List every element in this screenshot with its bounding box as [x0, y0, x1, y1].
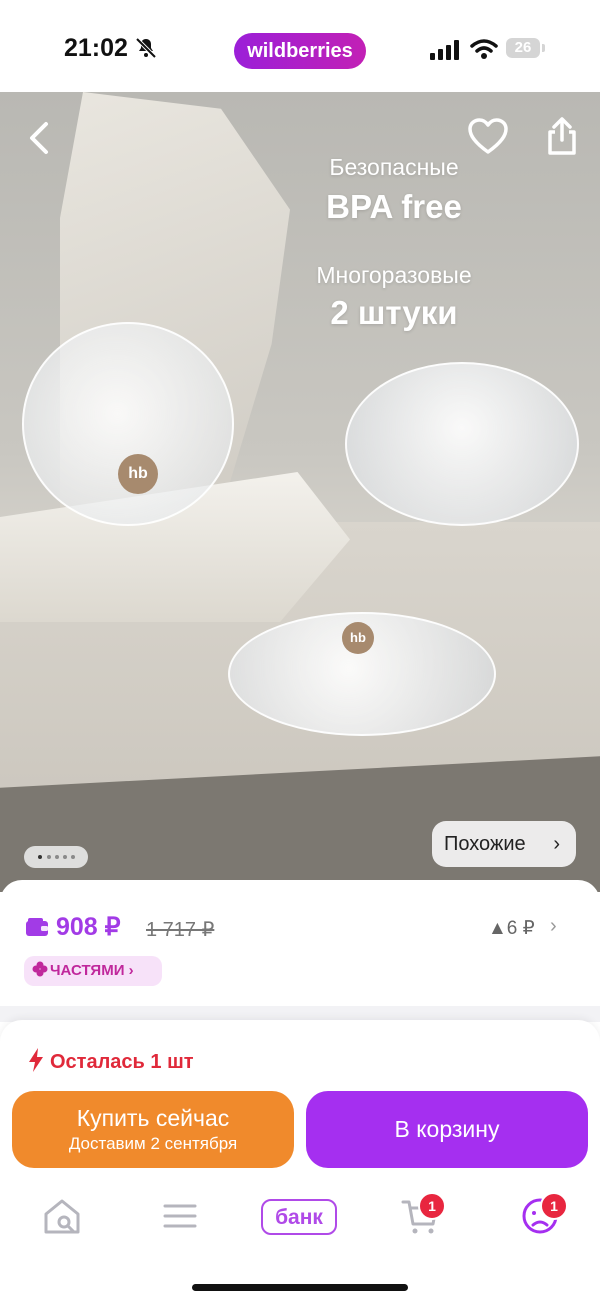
share-icon[interactable] [542, 116, 582, 156]
product-image-carousel[interactable]: hb hb Безопасные BPA free Многоразовые 2… [0, 92, 600, 892]
lightning-icon [29, 1048, 43, 1072]
wallet-icon [26, 918, 48, 936]
price-change[interactable]: ▲6 ₽ [488, 917, 535, 940]
hero-caption: Многоразовые [316, 262, 472, 288]
stock-warning: Осталась 1 шт [28, 1048, 194, 1074]
add-to-cart-button[interactable]: В корзину [306, 1091, 588, 1168]
muted-bell-icon [135, 37, 157, 59]
hero-caption: Безопасные [329, 154, 459, 180]
delivery-date: Доставим 2 сентября [68, 1134, 238, 1153]
wildberries-logo: wildberries [234, 33, 366, 69]
installments-button[interactable]: ЧАСТЯМИ › [24, 956, 162, 986]
battery-tip [542, 44, 545, 52]
breast-shell-product [22, 322, 234, 526]
wifi-icon [470, 39, 498, 59]
similar-products-button[interactable]: Похожие › [432, 821, 576, 867]
cart-count-badge: 1 [418, 1192, 446, 1220]
chevron-right-icon: › [553, 833, 560, 855]
status-bar: 21:02 wildberries 26 [0, 0, 600, 96]
installments-label: ЧАСТЯМИ › [50, 962, 134, 979]
carousel-dot [55, 855, 59, 859]
hb-logo-badge: hb [118, 454, 158, 494]
old-price: 1 717 ₽ [146, 919, 215, 941]
storage-case-product [345, 362, 579, 526]
carousel-dot [63, 855, 67, 859]
profile-notification-badge: 1 [540, 1192, 568, 1220]
battery-indicator: 26 [506, 38, 540, 58]
home-search-icon[interactable] [42, 1196, 82, 1236]
bottom-tab-bar: банк 1 1 [0, 1176, 600, 1256]
current-price: 908 ₽ [56, 913, 121, 941]
carousel-pagination[interactable] [24, 846, 88, 868]
purchase-panel: Осталась 1 шт Купить сейчас Доставим 2 с… [0, 1020, 600, 1303]
clock: 21:02 [64, 34, 128, 62]
similar-label: Похожие [444, 833, 526, 855]
heart-icon[interactable] [468, 118, 508, 156]
carousel-dot [71, 855, 75, 859]
back-arrow-icon[interactable] [22, 120, 58, 156]
carousel-dot [47, 855, 51, 859]
chevron-right-icon[interactable]: › [550, 915, 557, 938]
hb-logo-badge: hb [342, 622, 374, 654]
buy-now-label: Купить сейчас [76, 1105, 230, 1131]
clover-icon [32, 961, 48, 977]
hero-caption: BPA free [326, 188, 462, 225]
buy-now-button[interactable]: Купить сейчас Доставим 2 сентября [12, 1091, 294, 1168]
carousel-dot [38, 855, 42, 859]
hero-caption: 2 штуки [330, 294, 458, 331]
price-card: 908 ₽ 1 717 ₽ ▲6 ₽ › ЧАСТЯМИ › [0, 880, 600, 1006]
cellular-signal-icon [430, 40, 459, 60]
catalog-menu-icon[interactable] [160, 1196, 200, 1236]
bank-tab[interactable]: банк [261, 1199, 337, 1235]
stock-text: Осталась 1 шт [50, 1051, 194, 1073]
home-indicator [192, 1284, 408, 1291]
